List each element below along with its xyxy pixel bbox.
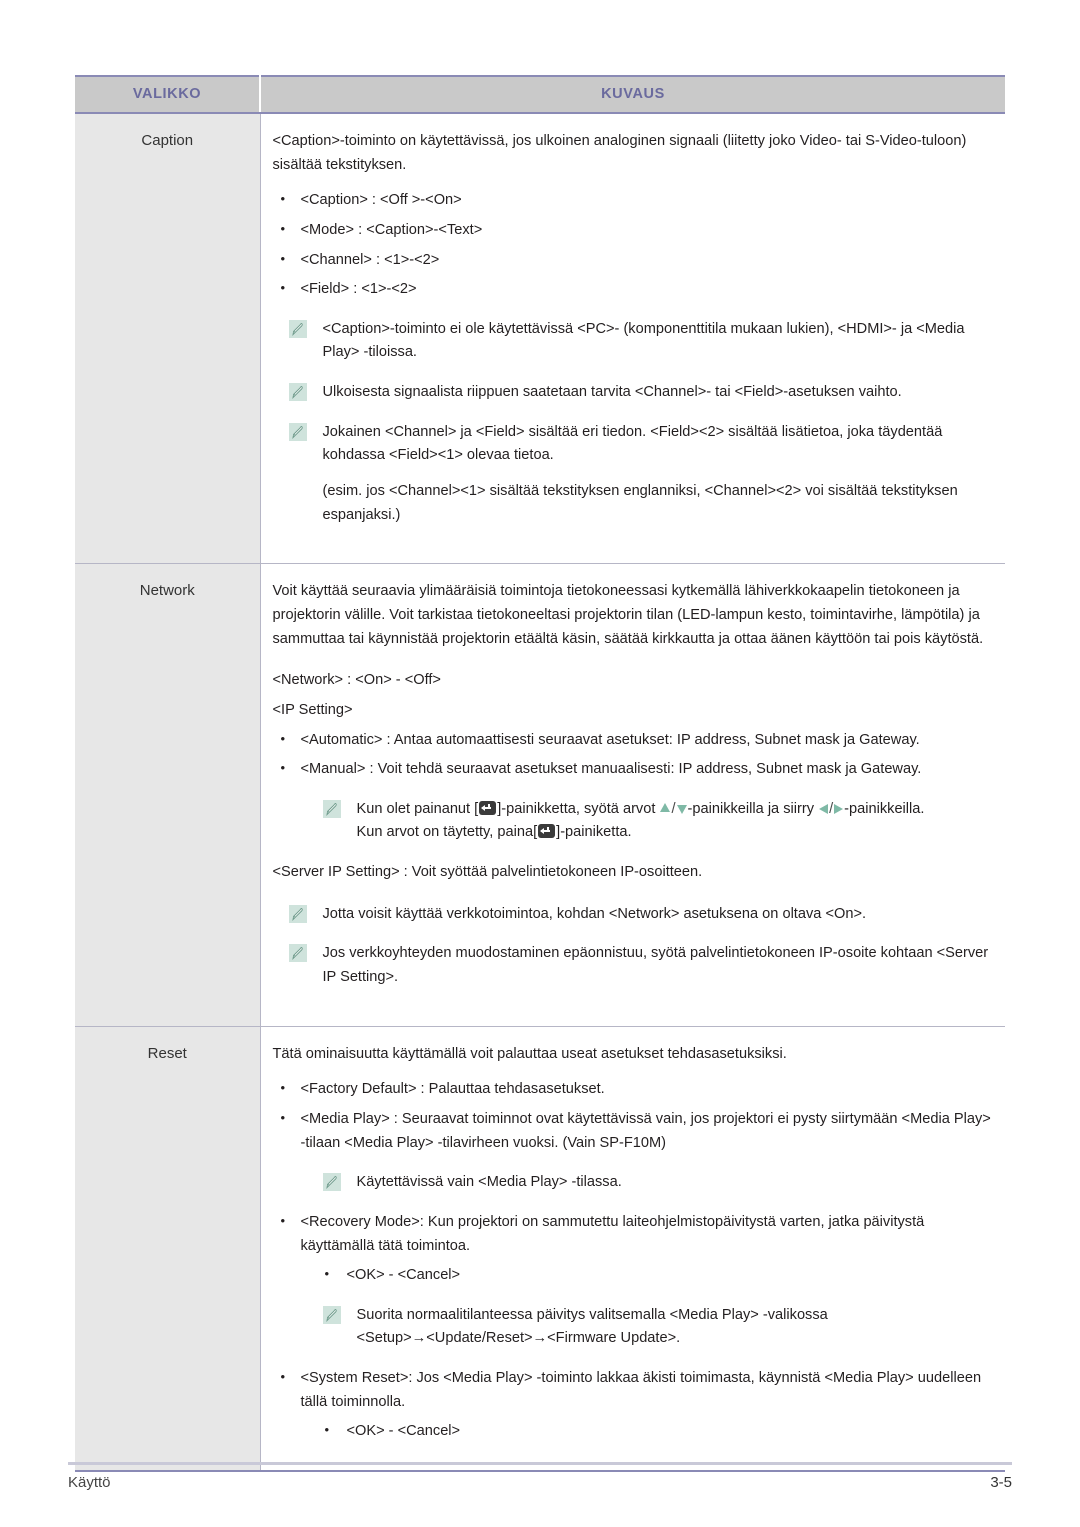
list-item: <Channel> : <1>-<2> [273, 248, 996, 273]
list-item: <Media Play> : Seuraavat toiminnot ovat … [273, 1107, 996, 1155]
arrow-down-icon [676, 805, 687, 815]
note-caption-channel-info: Jokainen <Channel> ja <Field> sisältää e… [273, 421, 996, 528]
note-firmware-update: Suorita normaalitilanteessa päivitys val… [307, 1304, 996, 1351]
description-cell-reset: Tätä ominaisuutta käyttämällä voit palau… [260, 1026, 1005, 1472]
arrow-left-icon [819, 803, 829, 814]
list-item: <Recovery Mode>: Kun projektori on sammu… [273, 1210, 996, 1258]
list-item: <OK> - <Cancel> [319, 1419, 996, 1444]
caption-intro: <Caption>-toiminto on käytettävissä, jos… [272, 133, 967, 173]
note-key-part2: ]-painikketta, syötä arvot [497, 800, 660, 817]
list-item: <OK> - <Cancel> [319, 1263, 996, 1288]
note-text: Jos verkkoyhteyden muodostaminen epäonni… [322, 945, 989, 986]
note-pencil-icon [322, 799, 341, 818]
caption-option-list: <Caption> : <Off >-<On> <Mode> : <Captio… [273, 188, 996, 302]
note-caption-unavailable: <Caption>-toiminto ei ole käytettävissä … [273, 318, 996, 365]
note-key-line2: Kun arvot on täytetty, paina[ ]-painikett… [357, 821, 996, 845]
column-header-description: KUVAUS [260, 75, 1005, 114]
note-text-line1: Jokainen <Channel> ja <Field> sisältää e… [322, 423, 943, 464]
system-reset-sublist: <OK> - <Cancel> [319, 1419, 996, 1444]
table-header-row: VALIKKO KUVAUS [75, 75, 1005, 114]
manual-page: VALIKKO KUVAUS Caption <Caption>-toimint… [0, 0, 1080, 1527]
ip-setting-label: <IP Setting> [272, 701, 353, 718]
note-network-must-be-on: Jotta voisit käyttää verkkotoimintoa, ko… [273, 903, 996, 927]
list-item: <Mode> : <Caption>-<Text> [273, 218, 996, 243]
note-caption-channel-field: Ulkoisesta signaalista riippuen saatetaa… [273, 381, 996, 405]
note-text: Jotta voisit käyttää verkkotoimintoa, ko… [322, 905, 867, 922]
note-key-part5: Kun arvot on täytetty, paina[ [356, 824, 538, 841]
note-key-part6: ]-painiketta. [556, 824, 632, 841]
note-text: <Caption>-toiminto ei ole käytettävissä … [322, 320, 965, 361]
arrow-up-icon [660, 803, 671, 813]
note-media-play-only: Käytettävissä vain <Media Play> -tilassa… [307, 1171, 996, 1195]
note-pencil-icon [288, 319, 307, 338]
list-item: <System Reset>: Jos <Media Play> -toimin… [273, 1366, 996, 1414]
server-ip-setting-line: <Server IP Setting> : Voit syöttää palve… [272, 864, 703, 881]
arrow-right-icon [834, 803, 844, 814]
network-intro: Voit käyttää seuraavia ylimääräisiä toim… [272, 583, 984, 647]
menu-description-table: VALIKKO KUVAUS Caption <Caption>-toimint… [75, 75, 1005, 1472]
description-cell-network: Voit käyttää seuraavia ylimääräisiä toim… [260, 563, 1005, 1027]
note-pencil-icon [288, 422, 307, 441]
table-row: Network Voit käyttää seuraavia ylimääräi… [75, 563, 1005, 1027]
list-item: <Factory Default> : Palauttaa tehdasaset… [273, 1077, 996, 1102]
description-cell-caption: <Caption>-toiminto on käytettävissä, jos… [260, 113, 1005, 565]
footer-section-label: Käyttö [68, 1474, 111, 1491]
list-item: <Manual> : Voit tehdä seuraavat asetukse… [273, 757, 996, 782]
menu-label-reset: Reset [75, 1026, 261, 1472]
recovery-mode-sublist: <OK> - <Cancel> [319, 1263, 996, 1288]
enter-key-icon [479, 800, 497, 815]
note-text-line2: (esim. jos <Channel><1> sisältää tekstit… [322, 483, 958, 523]
note-pencil-icon [322, 1305, 341, 1324]
note-network-connection-fail: Jos verkkoyhteyden muodostaminen epäonni… [273, 942, 996, 989]
list-item: <Field> : <1>-<2> [273, 277, 996, 302]
note-text: Suorita normaalitilanteessa päivitys val… [356, 1306, 828, 1347]
recovery-mode-list: <Recovery Mode>: Kun projektori on sammu… [273, 1210, 996, 1258]
footer-page-number: 3-5 [990, 1474, 1012, 1491]
enter-key-icon [538, 824, 556, 839]
column-header-menu: VALIKKO [75, 75, 261, 114]
note-text: Käytettävissä vain <Media Play> -tilassa… [356, 1174, 622, 1191]
note-key-part4: -painikkeilla. [844, 800, 925, 817]
list-item: <Caption> : <Off >-<On> [273, 188, 996, 213]
note-network-keys: Kun olet painanut [ ]-painikketta, syötä … [307, 798, 996, 845]
note-pencil-icon [288, 383, 307, 402]
footer-divider [68, 1462, 1012, 1465]
note-key-part3: -painikkeilla ja siirry [687, 800, 819, 817]
network-onoff-line: <Network> : <On> - <Off> [272, 672, 441, 689]
table-row: Caption <Caption>-toiminto on käytettävi… [75, 113, 1005, 565]
note-pencil-icon [288, 944, 307, 963]
table-row: Reset Tätä ominaisuutta käyttämällä voit… [75, 1026, 1005, 1472]
note-text: Ulkoisesta signaalista riippuen saatetaa… [322, 384, 902, 401]
system-reset-list: <System Reset>: Jos <Media Play> -toimin… [273, 1366, 996, 1414]
footer-row: Käyttö 3-5 [68, 1474, 1012, 1491]
note-key-part1: Kun olet painanut [ [356, 800, 479, 817]
note-pencil-icon [322, 1173, 341, 1192]
menu-label-network: Network [75, 563, 261, 1027]
menu-label-caption: Caption [75, 113, 261, 565]
note-pencil-icon [288, 904, 307, 923]
reset-option-list: <Factory Default> : Palauttaa tehdasaset… [273, 1077, 996, 1155]
reset-intro: Tätä ominaisuutta käyttämällä voit palau… [272, 1045, 787, 1062]
page-footer: Käyttö 3-5 [68, 1462, 1012, 1491]
list-item: <Automatic> : Antaa automaattisesti seur… [273, 728, 996, 753]
network-option-list: <Automatic> : Antaa automaattisesti seur… [273, 728, 996, 782]
